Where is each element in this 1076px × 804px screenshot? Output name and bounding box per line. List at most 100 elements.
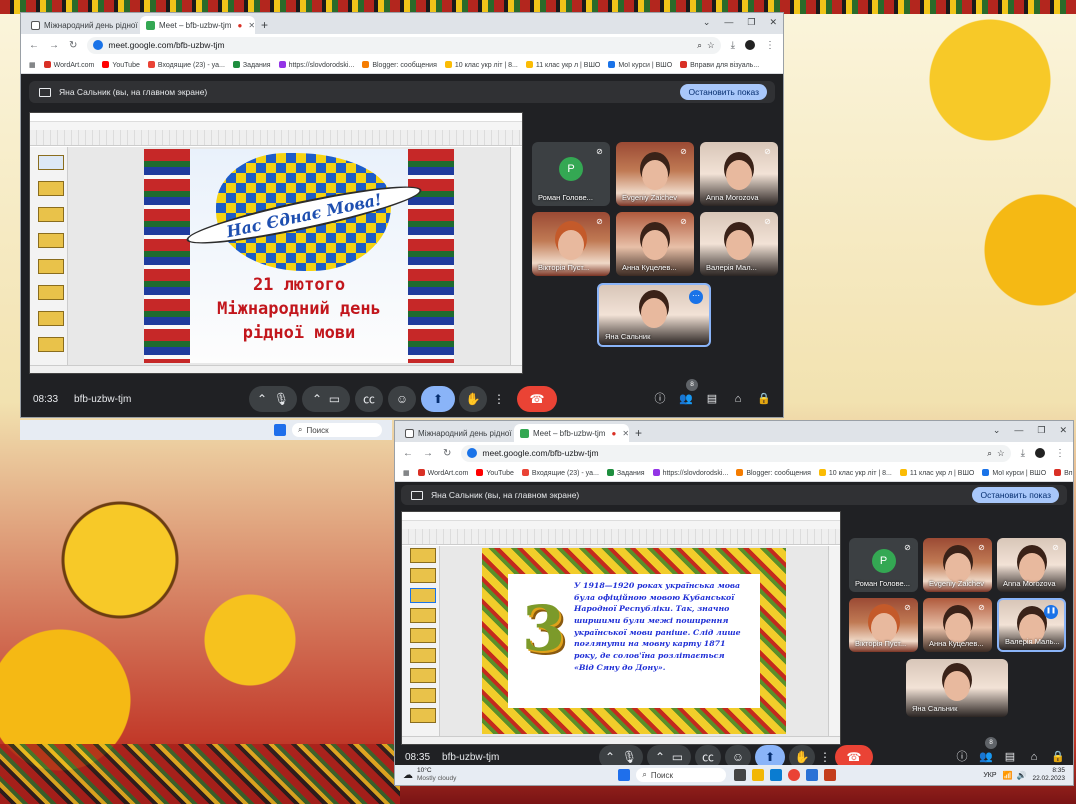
- apps-icon[interactable]: ▦: [403, 469, 410, 477]
- lock-icon[interactable]: 🔒: [757, 392, 771, 406]
- forward-icon[interactable]: →: [49, 40, 59, 51]
- bookmark-item[interactable]: Задания: [606, 468, 645, 477]
- chevron-up-icon[interactable]: ⌃: [257, 392, 267, 406]
- windows-start-icon[interactable]: [618, 769, 631, 781]
- minimize-icon[interactable]: —: [724, 17, 733, 28]
- chevron-up-icon[interactable]: ⌃: [655, 750, 665, 764]
- chevron-down-icon[interactable]: ⌄: [703, 17, 711, 28]
- bookmark-item[interactable]: YouTube: [476, 468, 514, 477]
- present-button[interactable]: ⬆: [421, 386, 455, 412]
- stop-presenting-button[interactable]: Остановить показ: [972, 487, 1059, 503]
- bookmark-item[interactable]: 11 клас укр л | ВШО: [525, 60, 600, 69]
- activities-icon[interactable]: ⌂: [731, 392, 745, 406]
- close-icon[interactable]: ✕: [769, 17, 777, 28]
- bookmark-item[interactable]: Входящие (23) - ya...: [147, 60, 225, 69]
- chevron-up-icon[interactable]: ⌃: [312, 392, 322, 406]
- reload-icon[interactable]: ↻: [443, 448, 451, 459]
- zoom-icon[interactable]: ⌕: [987, 448, 992, 459]
- participant-tile[interactable]: ⊘ Anna Morozova: [997, 538, 1066, 592]
- chat-icon[interactable]: ▤: [1003, 750, 1017, 764]
- bookmark-item[interactable]: Blogger: сообщения: [362, 60, 437, 69]
- zoom-icon[interactable]: ⌕: [697, 40, 702, 51]
- site-info-icon[interactable]: [467, 448, 478, 458]
- info-icon[interactable]: ⓘ: [955, 750, 969, 764]
- bookmark-item[interactable]: https://slovdorodski...: [278, 60, 354, 69]
- edge-icon[interactable]: [770, 769, 783, 781]
- apps-icon[interactable]: ▦: [29, 61, 36, 69]
- bookmark-item[interactable]: 10 клас укр літ | 8...: [444, 60, 518, 69]
- chat-icon[interactable]: ▤: [705, 392, 719, 406]
- chevron-up-icon[interactable]: ⌃: [605, 750, 615, 764]
- bookmark-item[interactable]: 10 клас укр літ | 8...: [818, 468, 892, 477]
- forward-icon[interactable]: →: [423, 448, 433, 459]
- participant-tile-self[interactable]: Яна Сальник: [906, 659, 1008, 717]
- close-icon[interactable]: ✕: [248, 21, 255, 30]
- file-explorer-icon[interactable]: [752, 769, 765, 781]
- participant-tile[interactable]: Р ⊘ Роман Голове...: [532, 142, 610, 206]
- chrome-icon[interactable]: [788, 769, 801, 781]
- participant-tile[interactable]: Р ⊘ Роман Голове...: [849, 538, 918, 592]
- participant-tile[interactable]: ⊘ Анна Куцелев...: [923, 598, 992, 652]
- tab-wordart[interactable]: Міжнародний день рідної мо✕: [25, 16, 140, 34]
- participant-tile-speaking[interactable]: ❚❚ Валерія Маль...: [997, 598, 1066, 652]
- bookmark-item[interactable]: Вправи для візуаль...: [680, 60, 759, 69]
- people-icon[interactable]: 👥: [679, 392, 693, 406]
- raise-hand-button[interactable]: ✋: [459, 386, 487, 412]
- new-tab-button[interactable]: +: [629, 424, 648, 442]
- back-icon[interactable]: ←: [403, 448, 413, 459]
- tab-meet[interactable]: Meet – bfb-uzbw-tjm ● ✕: [514, 424, 629, 442]
- tab-wordart[interactable]: Міжнародний день рідної мо✕: [399, 424, 514, 442]
- participant-tile[interactable]: ⊘ Evgeniy Zaichev: [616, 142, 694, 206]
- avatar[interactable]: [1035, 448, 1045, 458]
- bookmark-item[interactable]: Вправи для візуаль...: [1054, 468, 1073, 477]
- impress-icon[interactable]: [824, 769, 837, 781]
- windows-start-icon[interactable]: [274, 424, 286, 436]
- chevron-down-icon[interactable]: ⌄: [993, 425, 1001, 436]
- participant-tile[interactable]: ⊘ Валерія Мал...: [700, 212, 778, 276]
- lock-icon[interactable]: 🔒: [1051, 750, 1065, 764]
- bookmark-item[interactable]: Мої курси | ВШО: [982, 468, 1046, 477]
- activities-icon[interactable]: ⌂: [1027, 750, 1041, 764]
- restore-icon[interactable]: ❐: [747, 17, 755, 28]
- site-info-icon[interactable]: [93, 40, 104, 50]
- restore-icon[interactable]: ❐: [1037, 425, 1045, 436]
- volume-icon[interactable]: 🔊: [1016, 771, 1026, 780]
- url-field[interactable]: meet.google.com/bfb-uzbw-tjm ⌕ ☆: [461, 444, 1011, 462]
- camera-button[interactable]: ⌃ ▭: [302, 386, 350, 412]
- minimize-icon[interactable]: —: [1014, 425, 1023, 436]
- close-icon[interactable]: ✕: [1059, 425, 1067, 436]
- participant-tile[interactable]: ⊘ Вікторія Пуст...: [532, 212, 610, 276]
- participant-tile[interactable]: ⊘ Анна Куцелев...: [616, 212, 694, 276]
- bookmark-item[interactable]: Мої курси | ВШО: [608, 60, 672, 69]
- back-icon[interactable]: ←: [29, 40, 39, 51]
- emoji-button[interactable]: ☺: [388, 386, 416, 412]
- bookmark-item[interactable]: WordArt.com: [417, 468, 468, 477]
- close-icon[interactable]: ✕: [622, 429, 629, 438]
- menu-dots-icon[interactable]: ⋮: [1055, 448, 1065, 459]
- system-clock[interactable]: 8:35 22.02.2023: [1032, 767, 1065, 783]
- new-tab-button[interactable]: +: [255, 16, 274, 34]
- bookmark-item[interactable]: YouTube: [102, 60, 140, 69]
- task-view-icon[interactable]: [734, 769, 747, 781]
- bookmark-item[interactable]: Задания: [232, 60, 271, 69]
- captions-button[interactable]: ㏄: [355, 386, 383, 412]
- bookmark-item[interactable]: https://slovdorodski...: [652, 468, 728, 477]
- more-options-button[interactable]: ⋮: [491, 386, 507, 412]
- participant-tile[interactable]: ⊘ Вікторія Пуст...: [849, 598, 918, 652]
- bookmark-item[interactable]: WordArt.com: [43, 60, 94, 69]
- info-icon[interactable]: ⓘ: [653, 392, 667, 406]
- taskbar-search[interactable]: ⌕ Поиск: [636, 768, 727, 782]
- participant-tile[interactable]: ⊘ Anna Morozova: [700, 142, 778, 206]
- avatar[interactable]: [745, 40, 755, 50]
- language-indicator[interactable]: УКР: [983, 772, 996, 779]
- wifi-icon[interactable]: 📶: [1003, 771, 1013, 780]
- reload-icon[interactable]: ↻: [69, 40, 77, 51]
- menu-dots-icon[interactable]: ⋮: [765, 40, 775, 51]
- participant-tile-self[interactable]: ⋯ Яна Сальник: [597, 283, 711, 347]
- participant-tile[interactable]: ⊘ Evgeniy Zaichev: [923, 538, 992, 592]
- url-field[interactable]: meet.google.com/bfb-uzbw-tjm ⌕ ☆: [87, 36, 721, 54]
- more-options-icon[interactable]: ⋯: [689, 290, 703, 304]
- bookmark-item[interactable]: Входящие (23) - ya...: [521, 468, 599, 477]
- mic-button[interactable]: ⌃ 🎙: [249, 386, 297, 412]
- stop-presenting-button[interactable]: Остановить показ: [680, 84, 767, 100]
